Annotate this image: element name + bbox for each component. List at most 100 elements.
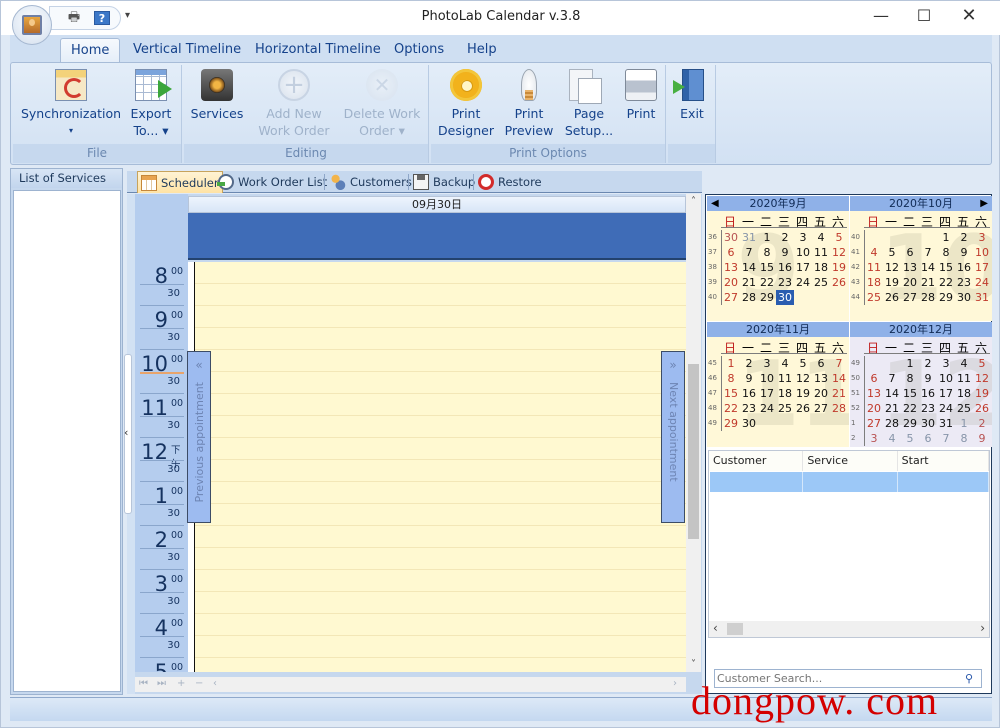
calendar-day[interactable]: 5	[901, 431, 919, 446]
calendar-day[interactable]: 29	[722, 416, 740, 431]
page-setup-button[interactable]: Page Setup...	[563, 69, 615, 139]
tab-restore[interactable]: Restore	[475, 171, 545, 193]
calendar-day[interactable]: 25	[812, 275, 830, 290]
calendar-day[interactable]: 6	[919, 431, 937, 446]
export-button[interactable]: Export To... ▾	[125, 69, 177, 139]
tab-options[interactable]: Options	[384, 38, 454, 64]
calendar-day[interactable]: 30	[722, 230, 740, 245]
previous-appointment-button[interactable]: « Previous appointment	[187, 351, 211, 523]
calendar-day[interactable]: 7	[937, 431, 955, 446]
maximize-button[interactable]: ☐	[904, 5, 944, 27]
scroll-thumb[interactable]	[688, 364, 699, 539]
scroll-left-icon[interactable]: ‹	[213, 678, 217, 689]
calendar-day[interactable]: 20	[812, 386, 830, 401]
tab-vertical-timeline[interactable]: Vertical Timeline	[123, 38, 251, 64]
day-time-slots[interactable]	[188, 262, 686, 672]
calendar-day[interactable]: 29	[901, 416, 919, 431]
calendar-day[interactable]: 24	[973, 275, 991, 290]
calendar-day[interactable]: 31	[740, 230, 758, 245]
calendar-day[interactable]: 15	[937, 260, 955, 275]
column-header-service[interactable]: Service	[803, 451, 898, 471]
calendar-day[interactable]: 25	[865, 290, 883, 305]
calendar-day[interactable]: 27	[901, 290, 919, 305]
calendar-day[interactable]: 10	[937, 371, 955, 386]
calendar-day[interactable]: 19	[973, 386, 991, 401]
calendar-day[interactable]: 4	[865, 245, 883, 260]
calendar-day[interactable]: 3	[758, 356, 776, 371]
calendar-day[interactable]: 7	[830, 356, 848, 371]
calendar-day[interactable]: 21	[919, 275, 937, 290]
calendar-day[interactable]: 7	[919, 245, 937, 260]
tab-horizontal-timeline[interactable]: Horizontal Timeline	[245, 38, 391, 64]
customize-toolbar-button[interactable]: ▾	[125, 10, 130, 21]
column-header-customer[interactable]: Customer	[709, 451, 804, 471]
calendar-day[interactable]: 1	[901, 356, 919, 371]
calendar-day[interactable]: 24	[937, 401, 955, 416]
remove-record-icon[interactable]: −	[195, 678, 203, 689]
add-record-icon[interactable]: +	[177, 678, 185, 689]
tab-scheduler[interactable]: Scheduler	[137, 171, 223, 193]
calendar-day[interactable]: 31	[973, 290, 991, 305]
calendar-day[interactable]: 24	[758, 401, 776, 416]
calendar-day[interactable]: 4	[776, 356, 794, 371]
calendar-day[interactable]: 27	[812, 401, 830, 416]
calendar-day[interactable]: 21	[883, 401, 901, 416]
calendar-day[interactable]: 17	[973, 260, 991, 275]
calendar-day[interactable]: 28	[830, 401, 848, 416]
calendar-day[interactable]: 26	[883, 290, 901, 305]
calendar-day[interactable]: 18	[955, 386, 973, 401]
calendar-day[interactable]: 28	[919, 290, 937, 305]
tab-work-order-list[interactable]: Work Order List	[215, 171, 330, 193]
calendar-day[interactable]: 6	[722, 245, 740, 260]
scroll-down-icon[interactable]: ˅	[686, 659, 701, 670]
binoculars-icon[interactable]: ⚲	[960, 671, 978, 686]
calendar-day[interactable]: 12	[973, 371, 991, 386]
calendar-day[interactable]: 6	[865, 371, 883, 386]
last-record-icon[interactable]: ⏭	[157, 678, 166, 689]
services-list[interactable]	[13, 190, 121, 692]
calendar-day[interactable]: 7	[740, 245, 758, 260]
calendar-day[interactable]: 2	[973, 416, 991, 431]
table-row[interactable]	[710, 472, 989, 492]
calendar-day[interactable]: 22	[937, 275, 955, 290]
calendar-day[interactable]: 13	[865, 386, 883, 401]
calendar-day[interactable]: 26	[794, 401, 812, 416]
calendar-day[interactable]: 16	[919, 386, 937, 401]
all-day-area[interactable]	[188, 213, 686, 260]
calendar-day[interactable]: 6	[812, 356, 830, 371]
calendar-day[interactable]: 16	[955, 260, 973, 275]
calendar-day[interactable]: 21	[740, 275, 758, 290]
calendar-day[interactable]: 31	[937, 416, 955, 431]
calendar-day[interactable]: 27	[865, 416, 883, 431]
calendar-day[interactable]: 5	[883, 245, 901, 260]
calendar-day[interactable]: 14	[919, 260, 937, 275]
calendar-day[interactable]: 3	[865, 431, 883, 446]
calendar-day[interactable]: 14	[883, 386, 901, 401]
calendar-day[interactable]: 28	[740, 290, 758, 305]
grid-horizontal-scrollbar[interactable]: ‹ ›	[709, 621, 989, 637]
calendar-day[interactable]: 5	[973, 356, 991, 371]
services-button[interactable]: Services	[190, 69, 244, 122]
calendar-day[interactable]: 2	[955, 230, 973, 245]
first-record-icon[interactable]: ⏮	[139, 678, 148, 689]
print-preview-button[interactable]: Print Preview	[503, 69, 555, 139]
calendar-day[interactable]: 15	[722, 386, 740, 401]
calendar-day[interactable]: 1	[722, 356, 740, 371]
calendar-day[interactable]: 18	[776, 386, 794, 401]
calendar-day[interactable]: 10	[758, 371, 776, 386]
calendar-day[interactable]: 9	[919, 371, 937, 386]
calendar-day[interactable]: 20	[722, 275, 740, 290]
calendar-day[interactable]: 12	[794, 371, 812, 386]
calendar-day[interactable]: 13	[722, 260, 740, 275]
calendar-day[interactable]: 19	[830, 260, 848, 275]
calendar-day[interactable]: 22	[722, 401, 740, 416]
calendar-day[interactable]: 23	[740, 401, 758, 416]
time-slot-grid[interactable]	[194, 262, 686, 672]
calendar-day[interactable]: 17	[937, 386, 955, 401]
calendar-day[interactable]: 26	[830, 275, 848, 290]
calendar-day[interactable]: 8	[758, 245, 776, 260]
scroll-left-icon[interactable]: ‹	[713, 621, 718, 635]
calendar-day[interactable]: 12	[883, 260, 901, 275]
close-button[interactable]: ✕	[949, 5, 989, 27]
calendar-day[interactable]: 14	[830, 371, 848, 386]
